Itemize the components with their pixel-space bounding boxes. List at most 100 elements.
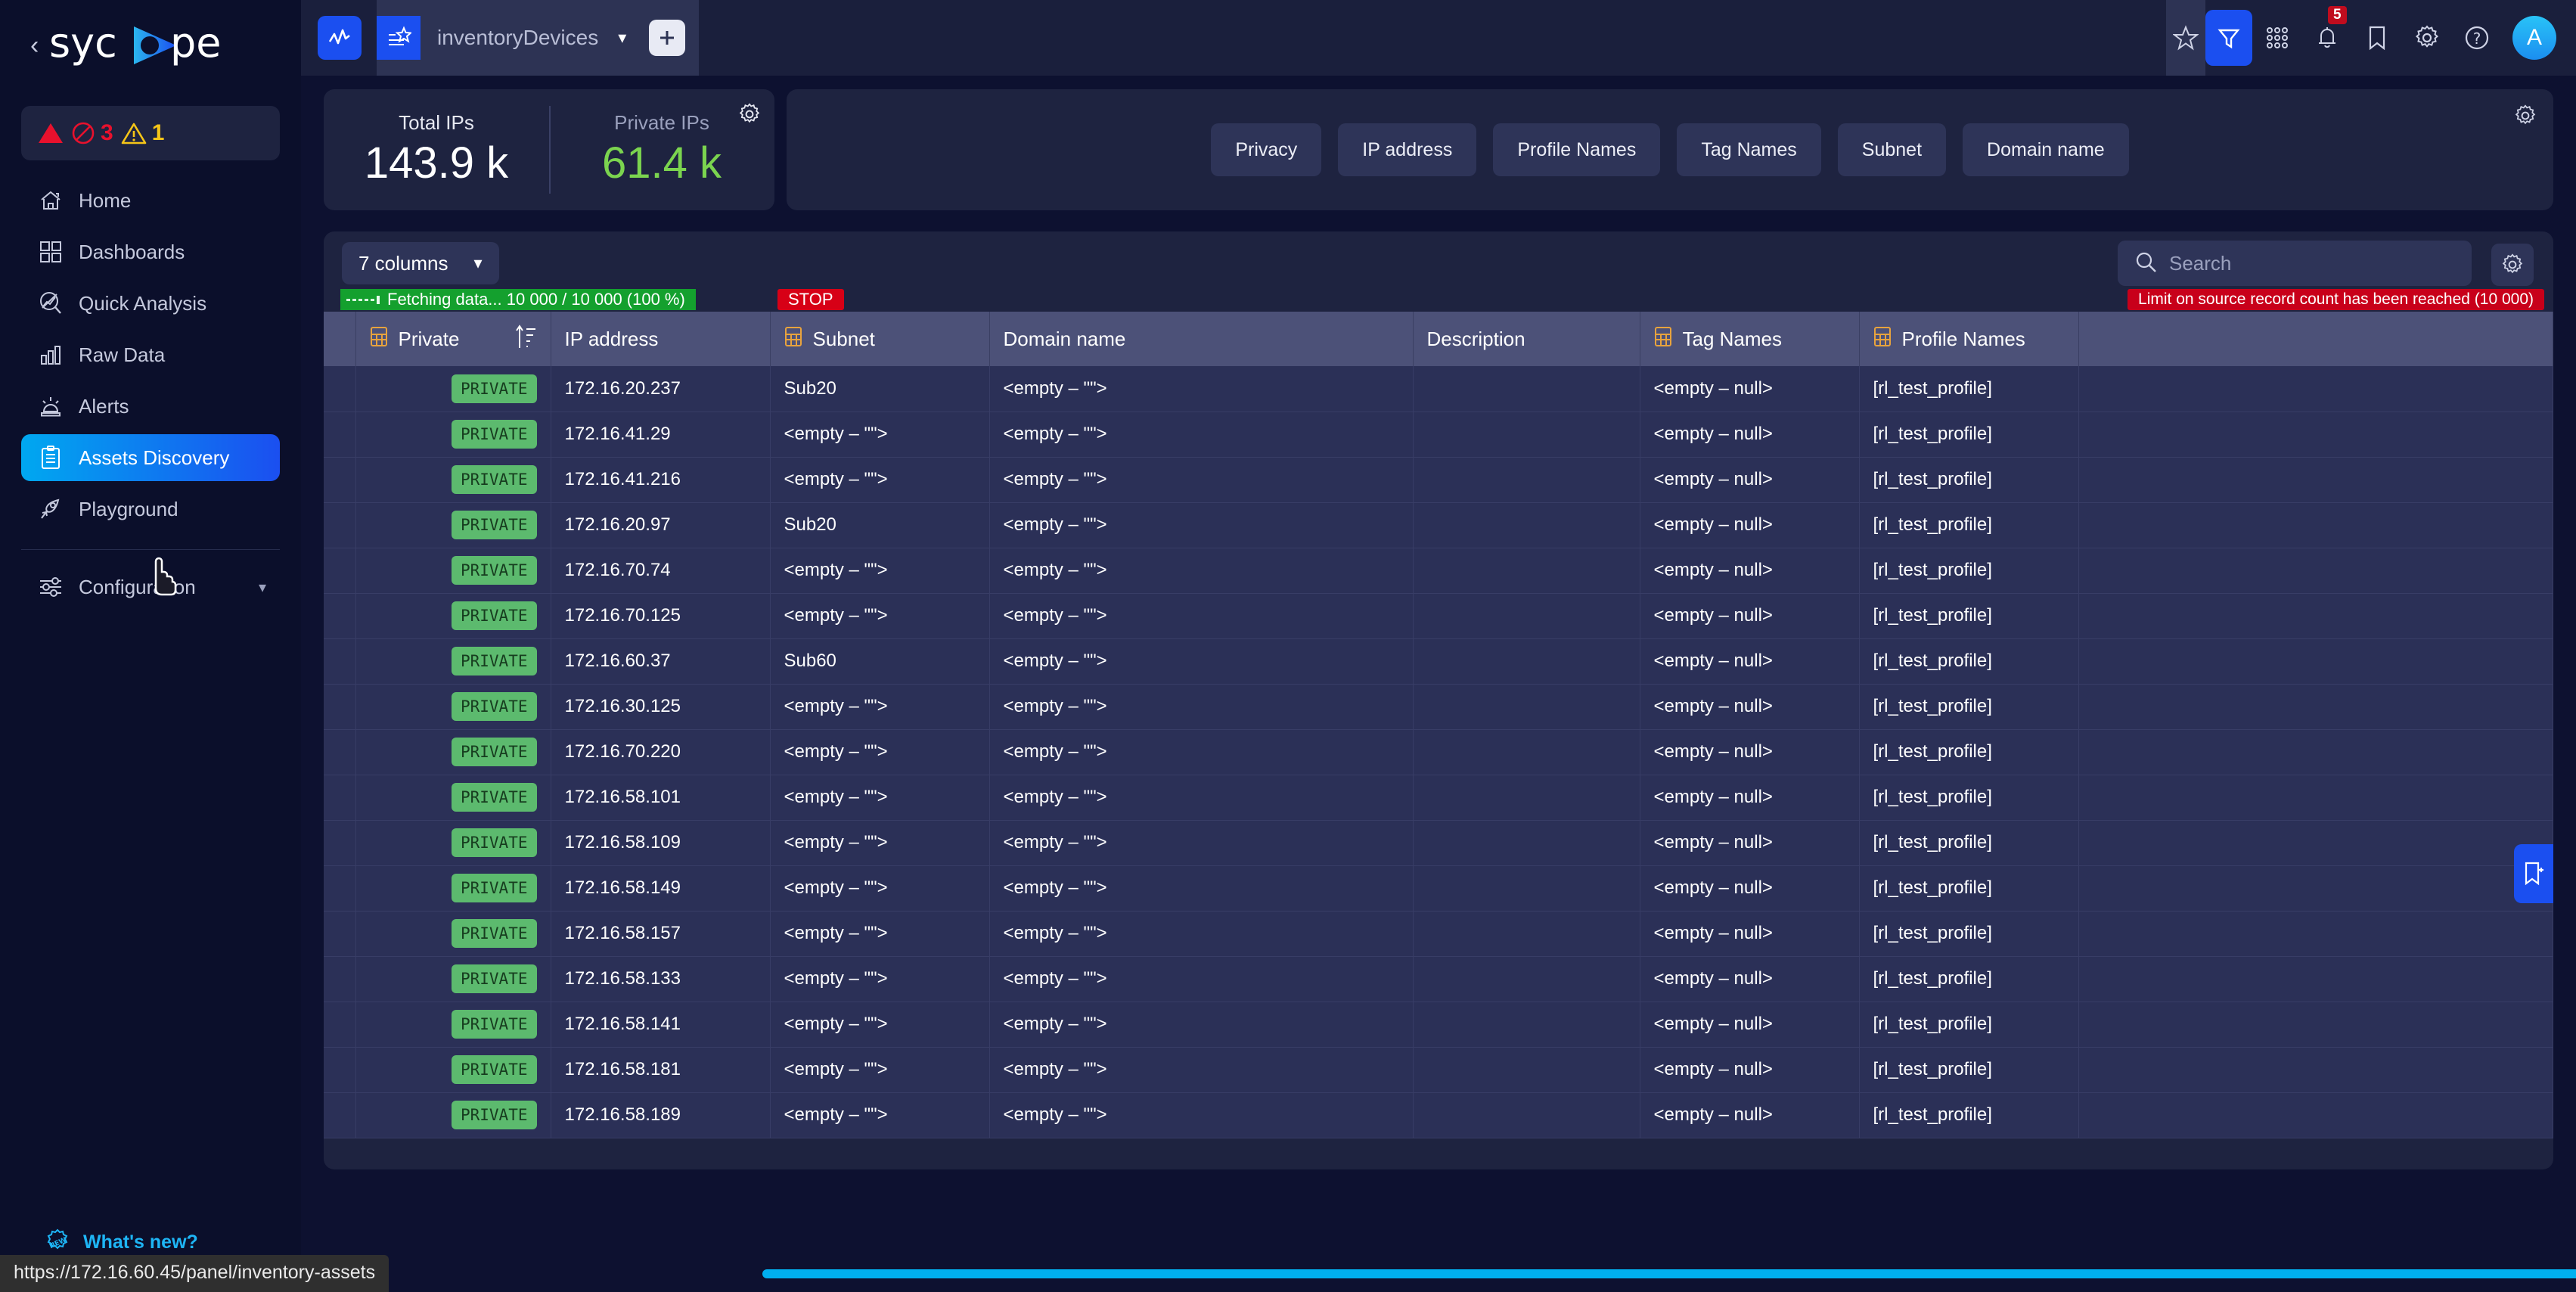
filter-chip-profile-names[interactable]: Profile Names	[1493, 123, 1661, 176]
stop-fetch-button[interactable]: STOP	[777, 289, 844, 310]
collapse-sidebar-icon[interactable]: ‹	[30, 33, 39, 58]
table-row[interactable]: PRIVATE 172.16.20.237 Sub20 <empty – ""> <em…	[324, 366, 2553, 412]
table-row[interactable]: PRIVATE 172.16.70.220 <empty – ""> <empty –…	[324, 729, 2553, 775]
tab-inventory-devices[interactable]: inventoryDevices ▾	[377, 0, 700, 76]
brand-logo[interactable]: ‹ syc pe	[0, 0, 301, 91]
cell-row-select[interactable]	[324, 412, 356, 458]
cell-row-select[interactable]	[324, 1092, 356, 1138]
filters-gear-icon[interactable]	[2514, 104, 2537, 131]
blocked-alert-group[interactable]: 3	[71, 120, 113, 146]
columns-selector[interactable]: 7 columns ▾	[342, 242, 499, 284]
cell-row-select[interactable]	[324, 1002, 356, 1048]
th-label: IP address	[564, 327, 659, 350]
sidebar-item-label: Alerts	[79, 394, 129, 418]
cell-subnet: <empty – "">	[770, 775, 990, 821]
star-icon[interactable]	[2166, 0, 2205, 76]
cell-subnet: <empty – "">	[770, 1002, 990, 1048]
cell-row-select[interactable]	[324, 684, 356, 730]
add-tab-button[interactable]	[649, 20, 686, 56]
filter-chip-subnet[interactable]: Subnet	[1837, 123, 1947, 176]
th-private[interactable]: Private	[355, 312, 551, 366]
table-row[interactable]: PRIVATE 172.16.58.189 <empty – ""> <empty –…	[324, 1092, 2553, 1138]
table-row[interactable]: PRIVATE 172.16.41.29 <empty – ""> <empty – …	[324, 412, 2553, 458]
cell-row-select[interactable]	[324, 457, 356, 503]
table-row[interactable]: PRIVATE 172.16.58.101 <empty – ""> <empty –…	[324, 775, 2553, 821]
table-row[interactable]: PRIVATE 172.16.41.216 <empty – ""> <empty –…	[324, 457, 2553, 503]
filter-chip-tag-names[interactable]: Tag Names	[1677, 123, 1821, 176]
search-box[interactable]	[2118, 241, 2472, 286]
privacy-badge: PRIVATE	[451, 465, 537, 494]
th-subnet[interactable]: Subnet	[770, 312, 990, 366]
th-label: Domain name	[1003, 327, 1126, 350]
th-ip-address[interactable]: IP address	[551, 312, 771, 366]
cell-row-select[interactable]	[324, 956, 356, 1002]
table-row[interactable]: PRIVATE 172.16.30.125 <empty – ""> <empty –…	[324, 684, 2553, 730]
sidebar-item-label: Dashboards	[79, 240, 185, 263]
table-row[interactable]: PRIVATE 172.16.58.149 <empty – ""> <empty –…	[324, 865, 2553, 912]
warning-alert-group[interactable]: 1	[121, 120, 164, 146]
sidebar-item-playground[interactable]: Playground	[21, 486, 280, 533]
filter-chip-ip-address[interactable]: IP address	[1338, 123, 1477, 176]
chevron-down-icon[interactable]: ▾	[259, 578, 266, 597]
table-settings-gear-icon[interactable]	[2491, 244, 2534, 286]
sidebar-item-home[interactable]: Home	[21, 177, 280, 224]
cell-row-select[interactable]	[324, 865, 356, 912]
table-column-icon	[784, 326, 802, 353]
filter-chip-domain-name[interactable]: Domain name	[1963, 123, 2129, 176]
cell-row-select[interactable]	[324, 502, 356, 548]
stats-gear-icon[interactable]	[738, 103, 761, 129]
cell-row-select[interactable]	[324, 911, 356, 957]
whats-new-link[interactable]: NEW What's new?	[0, 1228, 301, 1256]
cell-subnet: <empty – "">	[770, 956, 990, 1002]
cell-row-select[interactable]	[324, 1047, 356, 1093]
table-row[interactable]: PRIVATE 172.16.58.181 <empty – ""> <empty –…	[324, 1047, 2553, 1093]
table-row[interactable]: PRIVATE 172.16.20.97 Sub20 <empty – ""> <emp…	[324, 502, 2553, 548]
table-row[interactable]: PRIVATE 172.16.58.109 <empty – ""> <empty –…	[324, 820, 2553, 866]
bookmark-icon[interactable]	[2352, 0, 2402, 76]
table-row[interactable]: PRIVATE 172.16.58.157 <empty – ""> <empty –…	[324, 911, 2553, 957]
scrollbar-thumb[interactable]	[762, 1269, 2576, 1278]
filter-chip-privacy[interactable]: Privacy	[1211, 123, 1322, 176]
horizontal-scrollbar[interactable]	[324, 1269, 2576, 1278]
privacy-badge: PRIVATE	[451, 738, 537, 766]
sort-asc-icon[interactable]	[514, 324, 537, 355]
sidebar-item-dashboards[interactable]: Dashboards	[21, 228, 280, 275]
cell-domain-name: <empty – "">	[989, 865, 1414, 912]
alert-summary[interactable]: 3 1	[21, 106, 280, 160]
avatar[interactable]: A	[2512, 16, 2556, 60]
table-row[interactable]: PRIVATE 172.16.58.141 <empty – ""> <empty –…	[324, 1002, 2553, 1048]
bookmark-plus-icon[interactable]	[2514, 844, 2553, 903]
search-icon	[2134, 250, 2157, 277]
bell-icon[interactable]: 5	[2302, 0, 2352, 76]
cell-row-select[interactable]	[324, 366, 356, 412]
table-scroll-area[interactable]: Private IP address Subnet Domain name De…	[324, 312, 2553, 1166]
sidebar-item-raw-data[interactable]: Raw Data	[21, 331, 280, 378]
apps-grid-icon[interactable]	[2252, 0, 2302, 76]
cell-row-select[interactable]	[324, 593, 356, 639]
cell-row-select[interactable]	[324, 775, 356, 821]
table-row[interactable]: PRIVATE 172.16.60.37 Sub60 <empty – ""> <emp…	[324, 638, 2553, 685]
th-domain-name[interactable]: Domain name	[989, 312, 1414, 366]
filter-icon[interactable]	[2205, 10, 2252, 66]
th-description[interactable]: Description	[1413, 312, 1640, 366]
search-input[interactable]	[2169, 251, 2457, 275]
activity-pulse-icon[interactable]	[318, 16, 362, 60]
sidebar-item-quick-analysis[interactable]: Quick Analysis	[21, 280, 280, 327]
gear-icon[interactable]	[2402, 0, 2452, 76]
table-row[interactable]: PRIVATE 172.16.70.74 <empty – ""> <empty – …	[324, 548, 2553, 594]
th-tag-names[interactable]: Tag Names	[1640, 312, 1860, 366]
help-icon[interactable]: ?	[2452, 0, 2502, 76]
chevron-down-icon[interactable]: ▾	[618, 28, 626, 48]
cell-row-select[interactable]	[324, 820, 356, 866]
th-row-select[interactable]	[324, 312, 356, 366]
th-profile-names[interactable]: Profile Names	[1859, 312, 2079, 366]
sidebar-item-assets-discovery[interactable]: Assets Discovery	[21, 434, 280, 481]
cell-row-select[interactable]	[324, 548, 356, 594]
sidebar-item-alerts[interactable]: Alerts	[21, 383, 280, 430]
critical-alert-group[interactable]	[38, 122, 64, 144]
table-row[interactable]: PRIVATE 172.16.58.133 <empty – ""> <empty –…	[324, 956, 2553, 1002]
table-row[interactable]: PRIVATE 172.16.70.125 <empty – ""> <empty –…	[324, 593, 2553, 639]
cell-row-select[interactable]	[324, 729, 356, 775]
cell-row-select[interactable]	[324, 638, 356, 685]
cell-domain-name: <empty – "">	[989, 956, 1414, 1002]
